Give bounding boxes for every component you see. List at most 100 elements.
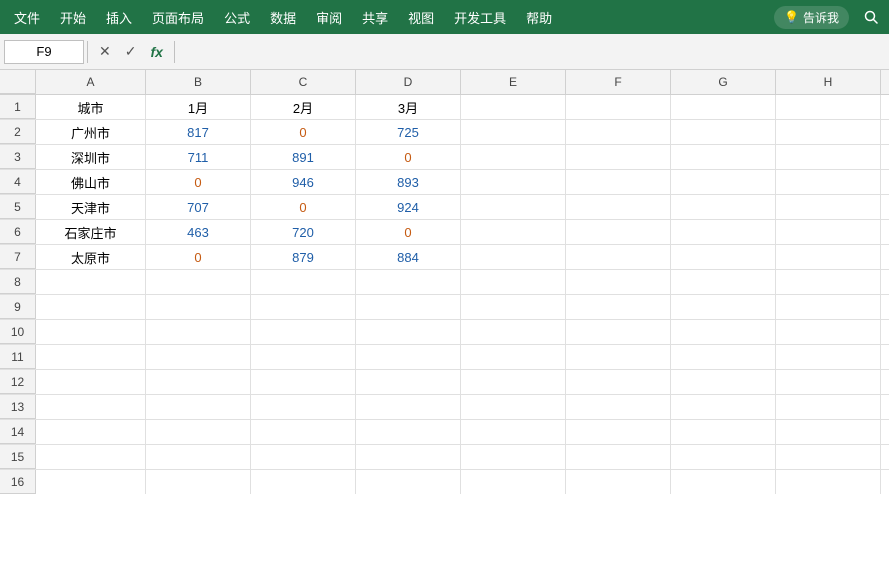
grid-cell[interactable] bbox=[566, 120, 671, 144]
menu-devtools[interactable]: 开发工具 bbox=[444, 4, 516, 31]
grid-cell[interactable] bbox=[251, 470, 356, 494]
menu-home[interactable]: 开始 bbox=[50, 4, 96, 31]
grid-cell[interactable]: 946 bbox=[251, 170, 356, 194]
grid-cell[interactable] bbox=[566, 195, 671, 219]
grid-cell[interactable] bbox=[146, 470, 251, 494]
grid-cell[interactable]: 2月 bbox=[251, 95, 356, 119]
grid-cell[interactable] bbox=[461, 220, 566, 244]
grid-cell[interactable] bbox=[251, 345, 356, 369]
grid-cell[interactable]: 0 bbox=[356, 220, 461, 244]
grid-cell[interactable] bbox=[671, 245, 776, 269]
col-header-f[interactable]: F bbox=[566, 70, 671, 94]
grid-cell[interactable] bbox=[671, 420, 776, 444]
grid-cell[interactable] bbox=[36, 270, 146, 294]
grid-cell[interactable]: 884 bbox=[356, 245, 461, 269]
grid-cell[interactable]: 0 bbox=[356, 145, 461, 169]
grid-cell[interactable] bbox=[461, 120, 566, 144]
grid-cell[interactable] bbox=[566, 345, 671, 369]
grid-cell[interactable] bbox=[251, 395, 356, 419]
fx-icon[interactable]: fx bbox=[146, 42, 166, 62]
grid-cell[interactable] bbox=[461, 170, 566, 194]
grid-cell[interactable] bbox=[776, 270, 881, 294]
grid-cell[interactable] bbox=[776, 320, 881, 344]
grid-cell[interactable] bbox=[566, 245, 671, 269]
grid-cell[interactable] bbox=[461, 420, 566, 444]
grid-cell[interactable] bbox=[36, 320, 146, 344]
grid-cell[interactable] bbox=[776, 470, 881, 494]
grid-cell[interactable] bbox=[461, 145, 566, 169]
grid-cell[interactable] bbox=[776, 445, 881, 469]
grid-cell[interactable]: 太原市 bbox=[36, 245, 146, 269]
grid-cell[interactable] bbox=[461, 95, 566, 119]
grid-cell[interactable] bbox=[356, 420, 461, 444]
grid-cell[interactable] bbox=[776, 395, 881, 419]
grid-cell[interactable]: 817 bbox=[146, 120, 251, 144]
grid-cell[interactable] bbox=[566, 270, 671, 294]
col-header-c[interactable]: C bbox=[251, 70, 356, 94]
grid-cell[interactable] bbox=[566, 395, 671, 419]
cell-reference-box[interactable] bbox=[4, 40, 84, 64]
grid-cell[interactable] bbox=[566, 470, 671, 494]
grid-cell[interactable] bbox=[671, 270, 776, 294]
grid-cell[interactable] bbox=[671, 445, 776, 469]
confirm-icon[interactable]: ✓ bbox=[121, 41, 141, 62]
grid-cell[interactable] bbox=[566, 95, 671, 119]
grid-cell[interactable] bbox=[566, 170, 671, 194]
grid-cell[interactable] bbox=[566, 295, 671, 319]
grid-cell[interactable]: 720 bbox=[251, 220, 356, 244]
grid-cell[interactable] bbox=[146, 445, 251, 469]
grid-cell[interactable] bbox=[461, 445, 566, 469]
grid-cell[interactable]: 佛山市 bbox=[36, 170, 146, 194]
grid-cell[interactable] bbox=[356, 395, 461, 419]
grid-cell[interactable] bbox=[461, 470, 566, 494]
grid-cell[interactable] bbox=[36, 345, 146, 369]
menu-pagelayout[interactable]: 页面布局 bbox=[142, 4, 214, 31]
grid-cell[interactable] bbox=[36, 420, 146, 444]
grid-cell[interactable]: 463 bbox=[146, 220, 251, 244]
grid-cell[interactable]: 城市 bbox=[36, 95, 146, 119]
grid-cell[interactable]: 深圳市 bbox=[36, 145, 146, 169]
grid-cell[interactable] bbox=[356, 470, 461, 494]
grid-cell[interactable] bbox=[146, 345, 251, 369]
grid-cell[interactable] bbox=[671, 120, 776, 144]
grid-cell[interactable]: 725 bbox=[356, 120, 461, 144]
grid-cell[interactable] bbox=[146, 370, 251, 394]
grid-cell[interactable]: 0 bbox=[146, 245, 251, 269]
col-header-h[interactable]: H bbox=[776, 70, 881, 94]
grid-cell[interactable] bbox=[461, 320, 566, 344]
grid-cell[interactable]: 广州市 bbox=[36, 120, 146, 144]
grid-cell[interactable] bbox=[251, 370, 356, 394]
grid-cell[interactable]: 924 bbox=[356, 195, 461, 219]
grid-cell[interactable]: 0 bbox=[251, 120, 356, 144]
grid-cell[interactable] bbox=[146, 420, 251, 444]
grid-cell[interactable]: 3月 bbox=[356, 95, 461, 119]
grid-cell[interactable] bbox=[36, 470, 146, 494]
menu-data[interactable]: 数据 bbox=[260, 4, 306, 31]
grid-cell[interactable] bbox=[461, 295, 566, 319]
grid-cell[interactable] bbox=[356, 370, 461, 394]
grid-cell[interactable] bbox=[671, 370, 776, 394]
grid-cell[interactable] bbox=[36, 370, 146, 394]
col-header-g[interactable]: G bbox=[671, 70, 776, 94]
menu-formula[interactable]: 公式 bbox=[214, 4, 260, 31]
grid-cell[interactable] bbox=[36, 395, 146, 419]
grid-cell[interactable] bbox=[566, 370, 671, 394]
grid-cell[interactable]: 石家庄市 bbox=[36, 220, 146, 244]
grid-cell[interactable] bbox=[251, 270, 356, 294]
tell-me-button[interactable]: 💡 告诉我 bbox=[774, 6, 849, 29]
grid-cell[interactable] bbox=[356, 270, 461, 294]
grid-cell[interactable] bbox=[566, 220, 671, 244]
col-header-e[interactable]: E bbox=[461, 70, 566, 94]
grid-cell[interactable] bbox=[251, 445, 356, 469]
grid-cell[interactable] bbox=[461, 395, 566, 419]
grid-cell[interactable] bbox=[566, 420, 671, 444]
grid-cell[interactable]: 天津市 bbox=[36, 195, 146, 219]
menu-share[interactable]: 共享 bbox=[352, 4, 398, 31]
grid-cell[interactable]: 1月 bbox=[146, 95, 251, 119]
grid-cell[interactable] bbox=[461, 370, 566, 394]
grid-cell[interactable] bbox=[776, 195, 881, 219]
menu-file[interactable]: 文件 bbox=[4, 4, 50, 31]
search-button[interactable] bbox=[857, 3, 885, 31]
cancel-icon[interactable]: ✕ bbox=[95, 41, 115, 62]
grid-cell[interactable] bbox=[776, 170, 881, 194]
